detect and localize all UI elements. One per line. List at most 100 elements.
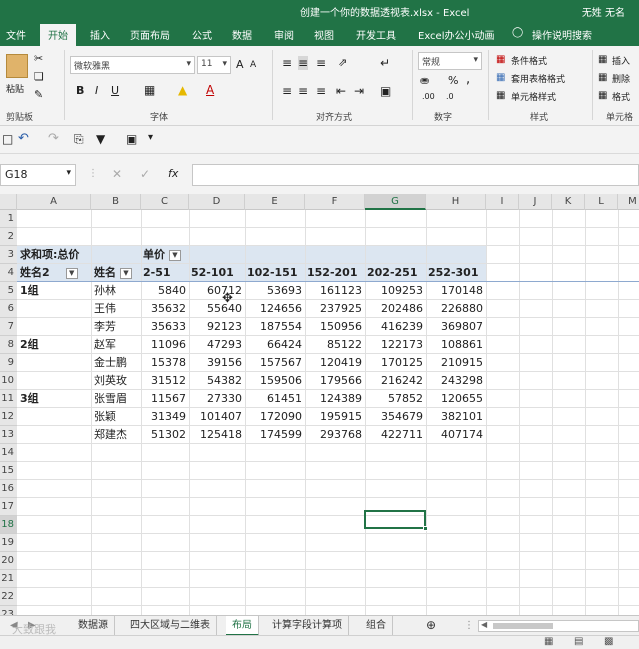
format-painter-icon[interactable]: ✎ (34, 88, 43, 101)
cancel-entry-icon[interactable]: ✕ (112, 167, 122, 181)
decrease-indent-icon[interactable]: ⇤ (336, 84, 346, 98)
percent-button[interactable]: % (448, 74, 458, 87)
filter-icon[interactable]: ▼ (96, 132, 105, 146)
fill-handle[interactable] (423, 526, 428, 531)
scroll-left-icon[interactable]: ◀ (481, 620, 487, 629)
number-format-select[interactable]: 常规 ▾ (418, 52, 482, 70)
align-middle-icon[interactable]: ≡ (298, 56, 309, 70)
pivot-row-name[interactable]: 张颖 (94, 408, 116, 426)
pivot-column-field[interactable]: 单价 ▼ (143, 246, 181, 264)
column-header-k[interactable]: K (552, 194, 585, 210)
row-header-4[interactable]: 4 (0, 264, 17, 282)
pivot-value-cell[interactable]: 120655 (426, 390, 483, 408)
align-left-icon[interactable]: ≡ (282, 84, 292, 98)
pivot-value-cell[interactable]: 354679 (365, 408, 423, 426)
worksheet-grid[interactable]: 1 2 3 4 5 6 7 8 9 10 11 12 13 14 15 16 1… (0, 210, 639, 615)
column-header-g[interactable]: G (365, 194, 426, 210)
cell-styles-button[interactable]: 单元格样式 (511, 90, 556, 103)
pivot-value-cell[interactable]: 31512 (141, 372, 186, 390)
increase-decimal-icon[interactable]: .00 (422, 92, 435, 101)
pivot-row-name[interactable]: 张雪眉 (94, 390, 127, 408)
column-header-b[interactable]: B (91, 194, 141, 210)
save-icon[interactable]: □ (2, 132, 13, 146)
pivot-row-name[interactable]: 李芳 (94, 318, 116, 336)
tab-review[interactable]: 审阅 (274, 27, 294, 42)
row-header-8[interactable]: 8 (0, 336, 17, 354)
pivot-value-cell[interactable]: 54382 (189, 372, 242, 390)
pivot-value-cell[interactable]: 161123 (305, 282, 362, 300)
normal-view-icon[interactable]: ▦ (544, 636, 553, 647)
delete-cells-icon[interactable]: ▦ (598, 72, 607, 83)
column-header-m[interactable]: M (618, 194, 639, 210)
tab-insert[interactable]: 插入 (90, 27, 110, 42)
underline-button[interactable]: U (111, 84, 119, 97)
pivot-value-cell[interactable]: 109253 (365, 282, 423, 300)
align-bottom-icon[interactable]: ≡ (316, 56, 326, 70)
pivot-value-field[interactable]: 求和项:总价 (20, 246, 79, 264)
pivot-group-label[interactable]: 1组 (20, 282, 39, 300)
formula-input[interactable] (192, 164, 639, 186)
tab-excel-animation[interactable]: Excel办公小动画 (418, 27, 495, 42)
column-header-i[interactable]: I (486, 194, 519, 210)
sheet-tab[interactable]: 四大区域与二维表 (124, 616, 217, 636)
comma-button[interactable]: , (466, 72, 470, 87)
pivot-value-cell[interactable]: 170148 (426, 282, 483, 300)
pivot-value-cell[interactable]: 202486 (365, 300, 423, 318)
pivot-value-cell[interactable]: 35632 (141, 300, 186, 318)
cut-icon[interactable]: ✂ (34, 52, 43, 65)
format-cells-button[interactable]: 格式 (612, 90, 630, 103)
row-header-9[interactable]: 9 (0, 354, 17, 372)
pivot-value-cell[interactable]: 124389 (305, 390, 362, 408)
row-header-3[interactable]: 3 (0, 246, 17, 264)
horizontal-scrollbar[interactable]: ◀ (478, 620, 639, 632)
column-header-l[interactable]: L (585, 194, 618, 210)
decrease-decimal-icon[interactable]: .0 (446, 92, 454, 101)
pivot-value-cell[interactable]: 243298 (426, 372, 483, 390)
pivot-value-cell[interactable]: 157567 (245, 354, 302, 372)
pivot-value-cell[interactable]: 422711 (365, 426, 423, 444)
pivot-value-cell[interactable]: 382101 (426, 408, 483, 426)
sheet-tab[interactable]: 数据源 (72, 616, 115, 636)
row-header-18[interactable]: 18 (0, 516, 17, 534)
pivot-value-cell[interactable]: 27330 (189, 390, 242, 408)
pivot-value-cell[interactable]: 85122 (305, 336, 362, 354)
confirm-entry-icon[interactable]: ✓ (140, 167, 150, 181)
column-header-d[interactable]: D (189, 194, 245, 210)
align-top-icon[interactable]: ≡ (282, 56, 292, 70)
pivot-value-cell[interactable]: 31349 (141, 408, 186, 426)
pivot-value-cell[interactable]: 293768 (305, 426, 362, 444)
tab-view[interactable]: 视图 (314, 27, 334, 42)
font-size-select[interactable]: 11 ▾ (197, 56, 231, 74)
pivot-value-cell[interactable]: 170125 (365, 354, 423, 372)
row-header-2[interactable]: 2 (0, 228, 17, 246)
paste-icon[interactable] (6, 54, 28, 78)
customize-toolbar-icon[interactable]: ▾ (148, 132, 153, 143)
pivot-value-cell[interactable]: 11567 (141, 390, 186, 408)
row-header-21[interactable]: 21 (0, 570, 17, 588)
pivot-value-cell[interactable]: 172090 (245, 408, 302, 426)
increase-indent-icon[interactable]: ⇥ (354, 84, 364, 98)
orientation-icon[interactable]: ⇗ (338, 56, 347, 69)
page-layout-view-icon[interactable]: ▤ (574, 636, 583, 647)
conditional-format-button[interactable]: 条件格式 (511, 54, 547, 67)
row-header-12[interactable]: 12 (0, 408, 17, 426)
row-header-5[interactable]: 5 (0, 282, 17, 300)
pivot-row-field-group[interactable]: 姓名2 ▼ (20, 264, 78, 282)
filter-dropdown-icon[interactable]: ▼ (169, 249, 181, 261)
pivot-value-cell[interactable]: 125418 (189, 426, 242, 444)
scrollbar-thumb[interactable] (493, 623, 553, 629)
selected-cell[interactable] (364, 510, 426, 529)
sheet-tab[interactable]: 计算字段计算项 (266, 616, 349, 636)
filter-dropdown-icon[interactable]: ▼ (65, 267, 78, 279)
filter-dropdown-icon[interactable]: ▼ (120, 267, 132, 279)
pivot-value-cell[interactable]: 150956 (305, 318, 362, 336)
delete-cells-button[interactable]: 删除 (612, 72, 630, 85)
pivot-row-name[interactable]: 郑建杰 (94, 426, 127, 444)
column-header-a[interactable]: A (17, 194, 91, 210)
wrap-text-icon[interactable]: ↵ (380, 56, 390, 70)
pivot-value-cell[interactable]: 108861 (426, 336, 483, 354)
pivot-value-cell[interactable]: 124656 (245, 300, 302, 318)
tab-formulas[interactable]: 公式 (192, 27, 212, 42)
column-header-c[interactable]: C (141, 194, 189, 210)
row-header-17[interactable]: 17 (0, 498, 17, 516)
